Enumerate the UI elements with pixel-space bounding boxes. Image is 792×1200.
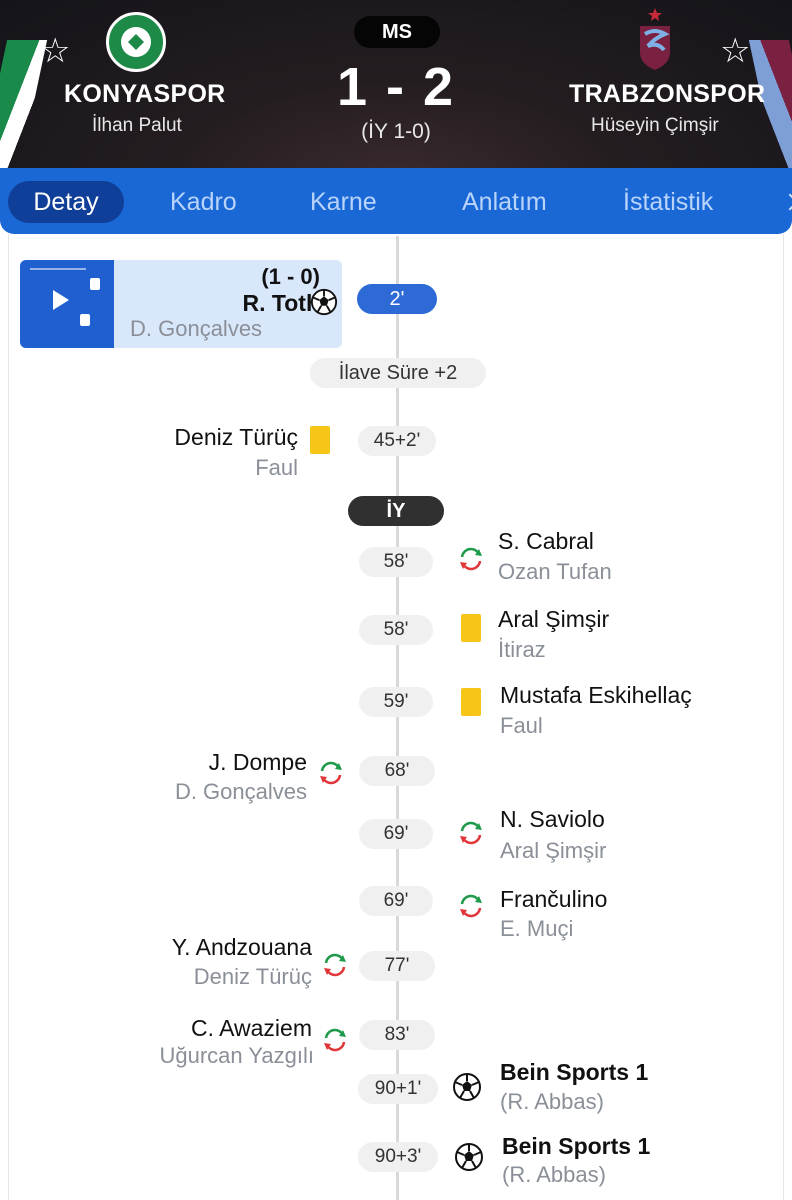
sub-in-player: C. Awaziem (190, 1015, 312, 1041)
konyaspor-logo (106, 12, 166, 72)
minute-badge: 77' (359, 951, 435, 981)
sub-out-player: Uğurcan Yazgılı (159, 1043, 315, 1068)
added-time-badge: İlave Süre +2 (310, 358, 486, 388)
tab-kadro[interactable]: Kadro (170, 181, 237, 223)
goal-scorer: R. Toth (242, 290, 321, 316)
event-reason: Faul (500, 713, 543, 738)
ball-icon (455, 1143, 483, 1171)
trabzonspor-logo (640, 8, 670, 70)
substitution-icon (460, 821, 482, 845)
minute-badge: 83' (359, 1020, 435, 1050)
favorite-away-star-icon[interactable]: ☆ (720, 34, 750, 68)
minute-badge: 59' (359, 687, 433, 717)
yellow-card-icon (461, 614, 481, 642)
favorite-home-star-icon[interactable]: ☆ (40, 34, 70, 68)
minute-badge: 68' (359, 756, 435, 786)
home-team-name[interactable]: KONYASPOR (64, 80, 226, 109)
away-coach: Hüseyin Çimşir (591, 115, 719, 136)
match-score: 1 - 2 (336, 57, 456, 117)
minute-badge: 90+3' (358, 1142, 438, 1172)
tab-istatistik[interactable]: İstatistik (623, 181, 713, 223)
sub-out-player: E. Muçi (500, 916, 574, 941)
away-team-name[interactable]: TRABZONSPOR (569, 80, 765, 109)
sub-in-player: Y. Andzouana (171, 934, 312, 960)
match-status-badge: MS (354, 16, 440, 48)
yellow-card-icon (310, 426, 330, 454)
goal-assist: (R. Abbas) (502, 1162, 606, 1187)
event-player: Mustafa Eskihellaç (500, 682, 692, 708)
chevron-right-icon[interactable] (781, 193, 792, 211)
goal-score: (1 - 0) (261, 264, 320, 289)
minute-badge: 45+2' (358, 426, 436, 456)
substitution-icon (460, 894, 482, 918)
tab-karne[interactable]: Karne (310, 181, 377, 223)
detail-tabs: Detay Kadro Karne Anlatım İstatistik (0, 168, 792, 234)
match-detail-screen: ☆ ☆ KONYASPOR İlhan Palut TRABZONSPOR Hü… (0, 0, 792, 1200)
event-reason: İtiraz (498, 637, 546, 662)
match-header: ☆ ☆ KONYASPOR İlhan Palut TRABZONSPOR Hü… (0, 0, 792, 168)
substitution-icon (320, 761, 342, 785)
video-thumbnail[interactable] (20, 260, 114, 348)
tab-anlatim[interactable]: Anlatım (462, 181, 547, 223)
sub-out-player: Aral Şimşir (500, 838, 607, 863)
minute-badge: 2' (357, 284, 437, 314)
event-player: Deniz Türüç (174, 424, 298, 450)
sub-out-player: Deniz Türüç (193, 964, 312, 989)
minute-badge: 58' (359, 547, 433, 577)
substitution-icon (324, 953, 346, 977)
minute-badge: 90+1' (358, 1074, 438, 1104)
sub-in-player: S. Cabral (498, 528, 594, 554)
goal-video-card[interactable]: (1 - 0) R. Toth D. Gonçalves (20, 260, 342, 348)
sub-out-player: D. Gonçalves (174, 779, 307, 804)
sub-in-player: N. Saviolo (500, 806, 605, 832)
yellow-card-icon (461, 688, 481, 716)
goal-assist: D. Gonçalves (130, 316, 263, 341)
sub-in-player: Frančulino (500, 886, 608, 912)
minute-badge: 69' (359, 886, 433, 916)
goal-assist: (R. Abbas) (500, 1089, 604, 1114)
play-icon[interactable] (53, 290, 69, 310)
goal-scorer: Bein Sports 1 (502, 1133, 651, 1159)
event-player: Aral Şimşir (498, 606, 610, 632)
goal-scorer: Bein Sports 1 (500, 1059, 649, 1085)
minute-badge: 58' (359, 615, 433, 645)
sub-out-player: Ozan Tufan (498, 559, 612, 584)
event-reason: Faul (255, 455, 298, 480)
halftime-score: (İY 1-0) (361, 120, 431, 143)
home-coach: İlhan Palut (92, 115, 182, 136)
substitution-icon (324, 1028, 346, 1052)
half-time-marker: İY (348, 496, 444, 526)
substitution-icon (460, 547, 482, 571)
ball-icon (310, 288, 338, 316)
ball-icon (453, 1073, 481, 1101)
minute-badge: 69' (359, 819, 433, 849)
sub-in-player: J. Dompe (208, 749, 307, 775)
tab-detay[interactable]: Detay (8, 181, 124, 223)
